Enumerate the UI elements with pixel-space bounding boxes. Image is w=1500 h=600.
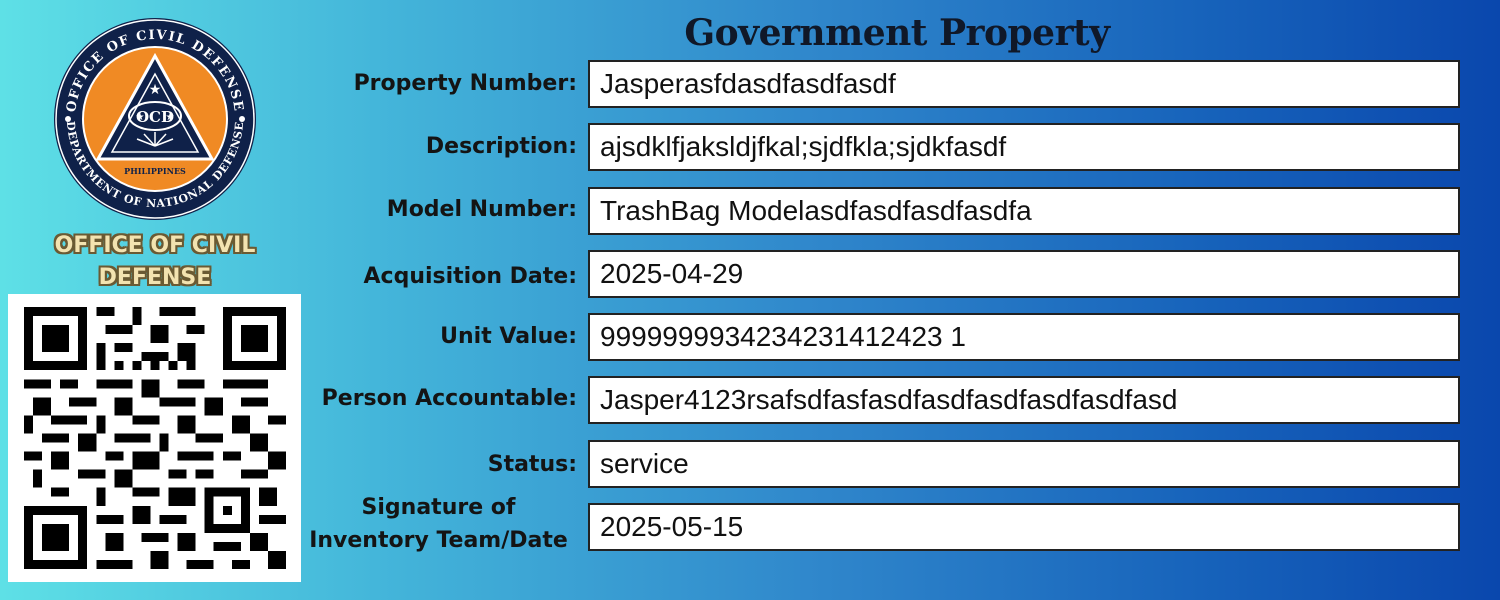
qr-code (8, 294, 301, 582)
property-number-label: Property Number: (353, 71, 577, 96)
status-field[interactable]: service (588, 440, 1460, 488)
signature-label-line2: Inventory Team/Date (309, 528, 568, 553)
ocd-logo: OFFICE OF CIVIL DEFENSE DEPARTMENT OF NA… (52, 16, 258, 222)
model-number-row: Model Number: TrashBag Modelasdfasdfasdf… (300, 187, 1464, 239)
acquisition-date-label: Acquisition Date: (363, 264, 578, 289)
description-field[interactable]: ajsdklfjaksldjfkal;sjdfkla;sjdkfasdf (588, 123, 1460, 171)
svg-text:★: ★ (149, 81, 162, 97)
property-number-row: Property Number: Jasperasfdasdfasdfasdf (300, 60, 1464, 112)
unit-value-row: Unit Value: 9999999934234231412423 1 (300, 313, 1464, 365)
signature-row: Signature of Inventory Team/Date 2025-05… (300, 495, 1464, 555)
description-label: Description: (425, 134, 577, 159)
person-accountable-row: Person Accountable: Jasper4123rsafsdfasf… (300, 376, 1464, 428)
person-accountable-field[interactable]: Jasper4123rsafsdfasfasdfasdfasdfasdfasdf… (588, 376, 1460, 424)
person-accountable-label: Person Accountable: (321, 386, 577, 411)
status-label: Status: (487, 452, 577, 477)
qr-code-icon (24, 307, 286, 569)
model-number-field[interactable]: TrashBag Modelasdfasdfasdfasdfa (588, 187, 1460, 235)
status-row: Status: service (300, 440, 1464, 492)
logo-banner-text: PHILIPPINES (124, 166, 186, 176)
unit-value-field[interactable]: 9999999934234231412423 1 (588, 313, 1460, 361)
organization-name: OFFICE OF CIVIL DEFENSE (20, 230, 290, 294)
property-number-field[interactable]: Jasperasfdasdfasdfasdf (588, 60, 1460, 108)
ocd-seal-icon: OFFICE OF CIVIL DEFENSE DEPARTMENT OF NA… (54, 18, 256, 220)
unit-value-label: Unit Value: (440, 324, 577, 349)
signature-label-line1: Signature of (361, 495, 516, 520)
acquisition-date-row: Acquisition Date: 2025-04-29 (300, 250, 1464, 302)
acquisition-date-field[interactable]: 2025-04-29 (588, 250, 1460, 298)
organization-name-line2: DEFENSE (98, 265, 212, 290)
signature-date-field[interactable]: 2025-05-15 (588, 503, 1460, 551)
organization-name-line1: OFFICE OF CIVIL (54, 233, 256, 258)
model-number-label: Model Number: (386, 197, 577, 222)
logo-center-text: OCD (136, 108, 174, 126)
description-row: Description: ajsdklfjaksldjfkal;sjdfkla;… (300, 123, 1464, 175)
page-title: Government Property (684, 12, 1110, 54)
signature-label: Signature of Inventory Team/Date (300, 491, 577, 557)
